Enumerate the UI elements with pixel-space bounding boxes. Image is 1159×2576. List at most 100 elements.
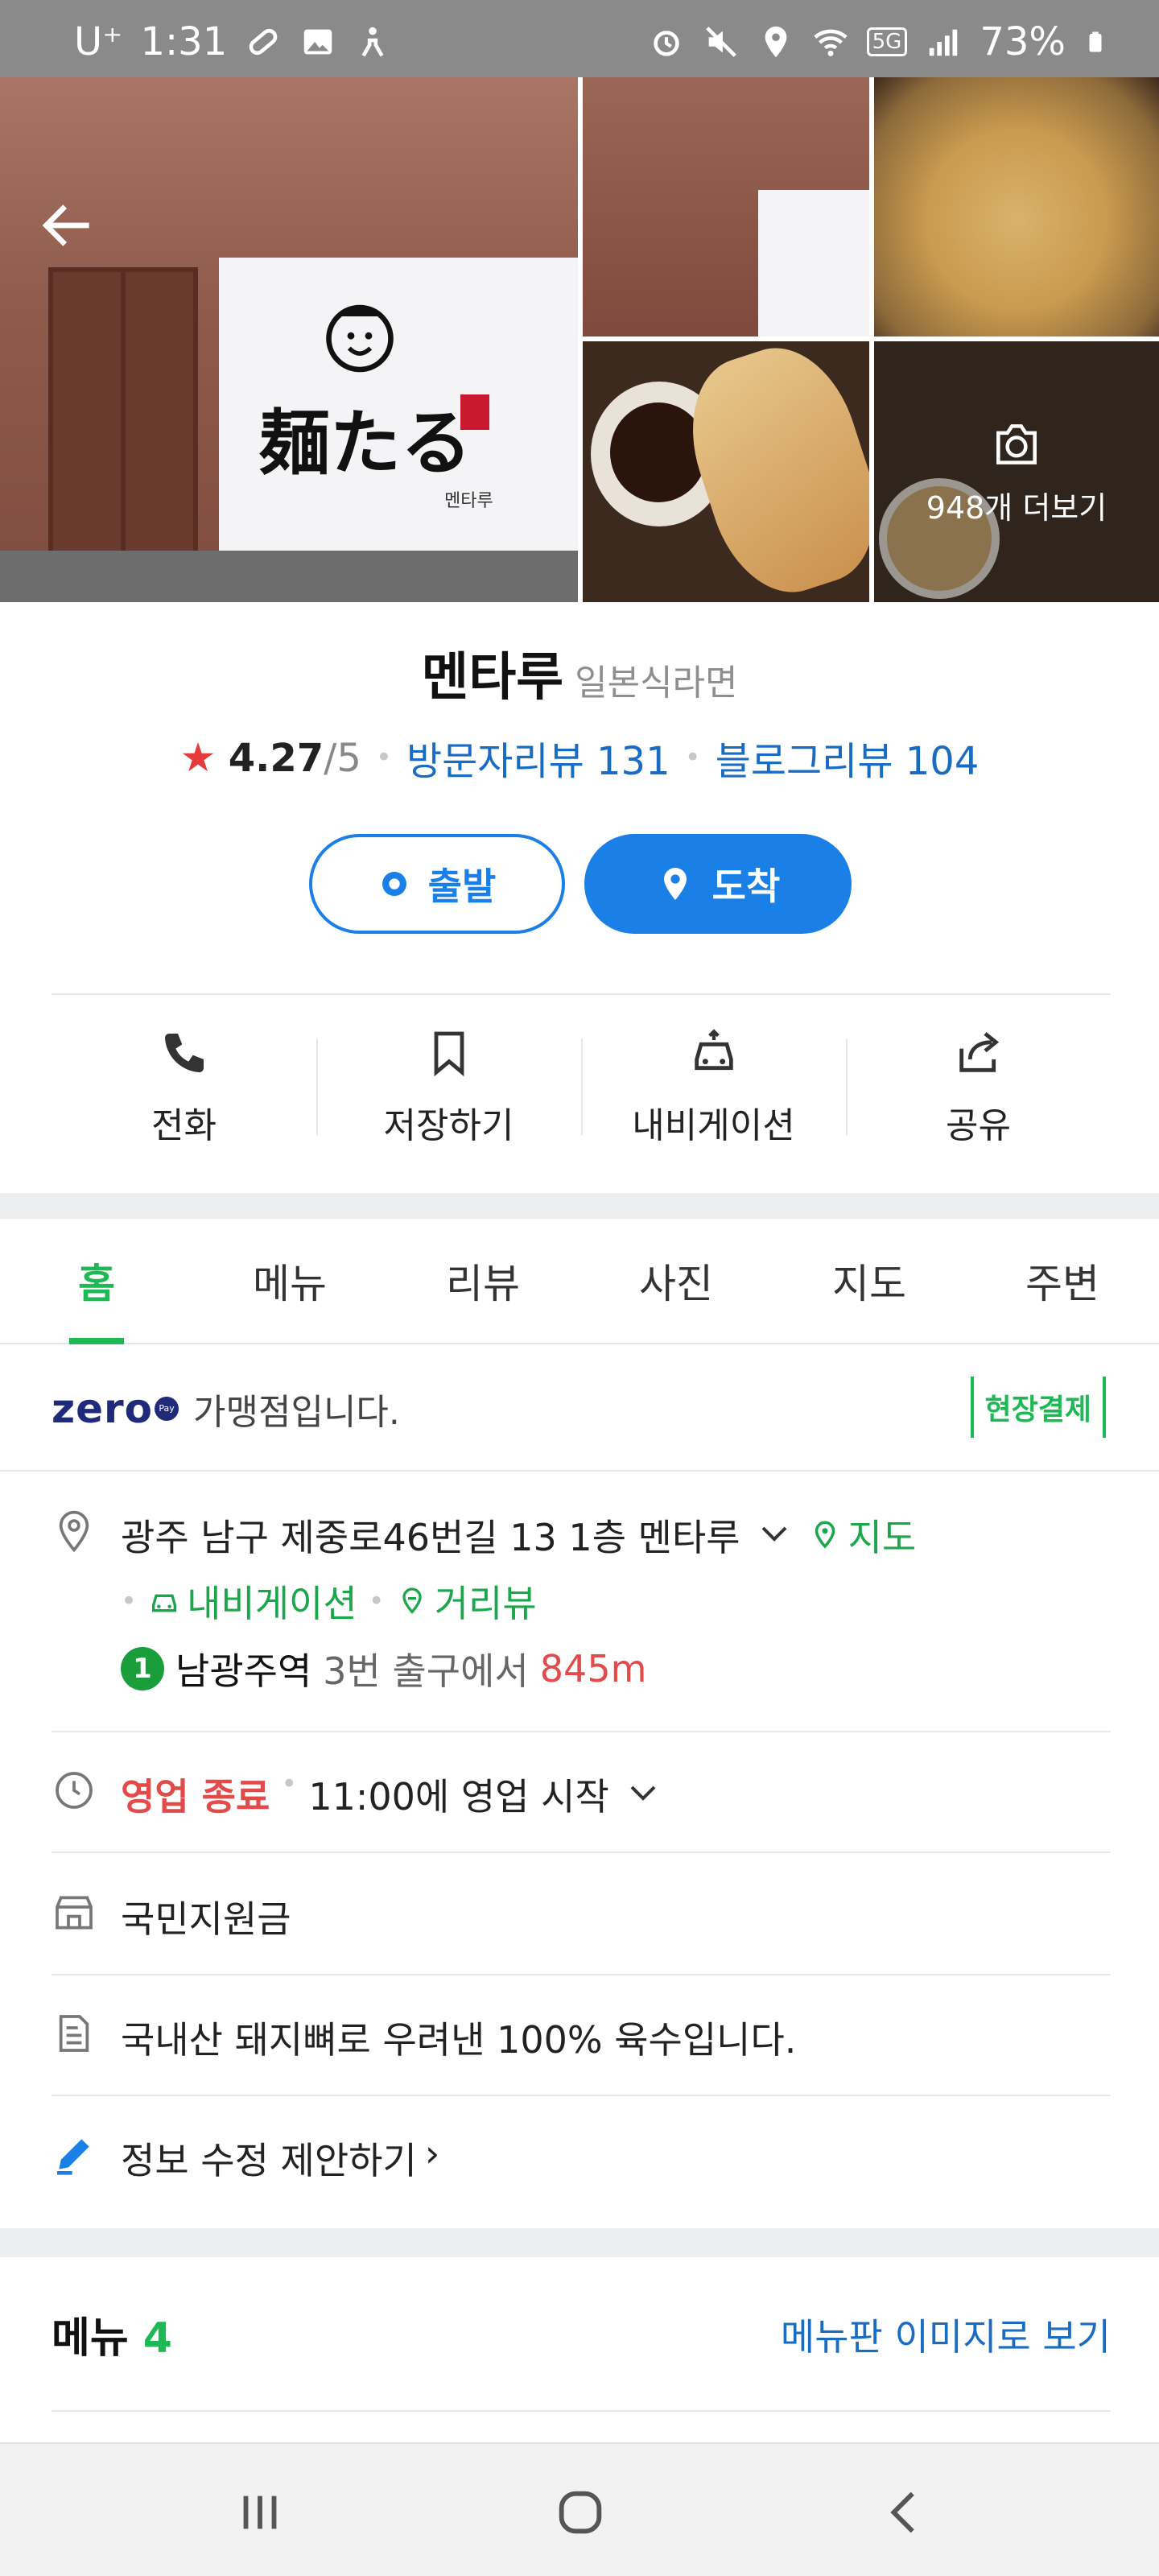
navigation-button[interactable]: 내비게이션 — [581, 995, 846, 1180]
photo-gallery[interactable]: 麺たる 멘타루 948개 더보기 — [0, 77, 1159, 602]
visitor-reviews-link[interactable]: 방문자리뷰 131 — [406, 729, 670, 786]
menu-count: 4 — [142, 2314, 172, 2363]
support-text: 국민지원금 — [121, 1897, 291, 1941]
storefront-photo[interactable]: 麺たる 멘타루 — [0, 77, 578, 602]
tab-bar: 홈 메뉴 리뷰 사진 지도 주변 — [0, 1219, 1159, 1344]
share-label: 공유 — [946, 1105, 1011, 1146]
chevron-down-icon[interactable] — [755, 1513, 794, 1552]
time-label: 1:31 — [140, 19, 228, 64]
dumplings — [670, 341, 869, 602]
signal-icon — [930, 29, 958, 56]
more-photos-button[interactable]: 948개 더보기 — [874, 341, 1159, 602]
divider — [52, 2095, 1111, 2096]
save-button[interactable]: 저장하기 — [316, 995, 581, 1180]
pin-icon — [663, 868, 687, 900]
tab-nearby[interactable]: 주변 — [966, 1219, 1159, 1343]
place-title: 멘타루 일본식라면 — [0, 636, 1159, 710]
rating-max: /5 — [324, 736, 361, 781]
chevron-down-icon[interactable] — [624, 1773, 662, 1811]
exit-text: 3번 출구에서 — [323, 1649, 529, 1693]
rating-row: ★ 4.27/5 • 방문자리뷰 131 • 블로그리뷰 104 — [0, 729, 1159, 786]
signboard — [758, 190, 869, 336]
gallery-icon — [304, 29, 332, 55]
zeropay-text: 가맹점입니다. — [193, 1392, 400, 1433]
sign-text: 麺たる — [259, 401, 472, 485]
navigation-label: 내비게이션 — [632, 1105, 795, 1146]
phone-icon — [164, 1034, 204, 1072]
bookmark-icon — [434, 1031, 464, 1077]
back-arrow-icon[interactable] — [35, 193, 100, 258]
subway-line-badge: 1 — [121, 1647, 164, 1690]
edit-suggestion-link[interactable]: 정보 수정 제안하기 › — [52, 2132, 1111, 2185]
tab-menu[interactable]: 메뉴 — [193, 1219, 386, 1343]
more-photos-label: 948개 더보기 — [926, 489, 1107, 526]
place-name: 멘타루 — [421, 648, 564, 708]
separator-dot: • — [375, 741, 392, 774]
separator-dot: • — [368, 1585, 385, 1617]
hours-row[interactable]: 영업 종료 • 11:00에 영업 시작 — [52, 1768, 1111, 1821]
carrier-label: U⁺ — [74, 19, 123, 64]
status-bar: U⁺ 1:31 5G 73% — [0, 0, 1159, 77]
description-text: 국내산 돼지뼈로 우려낸 100% 육수입니다. — [121, 2018, 797, 2062]
pencil-icon — [57, 2139, 89, 2175]
address-navigation-link[interactable]: 내비게이션 — [148, 1575, 357, 1628]
alarm-icon — [653, 31, 679, 56]
tab-home[interactable]: 홈 — [0, 1219, 193, 1344]
sidewalk — [0, 551, 578, 602]
blog-reviews-link[interactable]: 블로그리뷰 104 — [716, 729, 980, 786]
back-icon[interactable] — [877, 2484, 934, 2541]
edit-suggestion-label: 정보 수정 제안하기 — [121, 2139, 417, 2182]
tab-photo[interactable]: 사진 — [580, 1219, 773, 1343]
car-icon — [694, 1029, 733, 1071]
address-navigation-label: 내비게이션 — [187, 1582, 357, 1625]
street-view-icon — [402, 1587, 422, 1614]
location-icon — [765, 26, 787, 58]
battery-percent: 73% — [980, 19, 1066, 64]
street-view-label: 거리뷰 — [434, 1582, 537, 1625]
car-icon — [152, 1594, 177, 1612]
section-gap — [0, 2228, 1159, 2257]
noodles-photo[interactable] — [874, 77, 1159, 336]
star-icon: ★ — [179, 734, 217, 781]
onsite-payment-badge: 현장결제 — [970, 1377, 1106, 1438]
accessibility-icon — [361, 27, 384, 57]
place-category: 일본식라면 — [575, 663, 738, 704]
storefront-side-photo[interactable] — [583, 77, 869, 336]
door-shape — [121, 267, 198, 570]
call-label: 전화 — [151, 1105, 217, 1146]
description-row: 국내산 돼지뼈로 우려낸 100% 육수입니다. — [52, 2011, 1111, 2064]
address-text[interactable]: 광주 남구 제중로46번길 13 1층 멘타루 — [121, 1509, 740, 1562]
system-nav-bar — [0, 2442, 1159, 2576]
station-name: 남광주역 — [175, 1649, 312, 1693]
pill-icon — [249, 28, 278, 56]
menu-title: 메뉴 — [52, 2314, 129, 2363]
battery-icon — [1089, 31, 1102, 52]
share-button[interactable]: 공유 — [846, 995, 1111, 1180]
menu-image-link[interactable]: 메뉴판 이미지로 보기 — [781, 2308, 1111, 2361]
separator-dot: • — [121, 1585, 138, 1617]
zeropay-logo: zero — [52, 1385, 154, 1432]
action-row: 전화 저장하기 내비게이션 공유 — [52, 995, 1111, 1180]
store-icon — [56, 1896, 93, 1930]
hours-status: 영업 종료 — [121, 1775, 270, 1818]
street-view-link[interactable]: 거리뷰 — [396, 1575, 537, 1628]
section-gap — [0, 1193, 1159, 1219]
arrive-route-button[interactable]: 도착 — [584, 834, 852, 934]
map-link[interactable]: 지도 — [808, 1509, 916, 1562]
separator-dot: • — [281, 1768, 298, 1800]
sauce — [610, 402, 707, 502]
recent-apps-icon[interactable] — [232, 2484, 288, 2541]
home-icon[interactable] — [552, 2484, 608, 2541]
gyoza-photo[interactable] — [583, 341, 869, 602]
call-button[interactable]: 전화 — [52, 995, 316, 1180]
menu-section-header: 메뉴 4 메뉴판 이미지로 보기 — [52, 2304, 1111, 2364]
support-row: 국민지원금 — [52, 1890, 1111, 1943]
divider — [52, 1852, 1111, 1853]
camera-icon — [996, 423, 1037, 464]
tab-review[interactable]: 리뷰 — [386, 1219, 580, 1343]
arrive-label: 도착 — [711, 865, 781, 908]
share-icon — [959, 1032, 999, 1072]
tab-map[interactable]: 지도 — [773, 1219, 966, 1343]
mute-icon — [705, 27, 736, 57]
start-route-button[interactable]: 출발 — [309, 834, 565, 934]
